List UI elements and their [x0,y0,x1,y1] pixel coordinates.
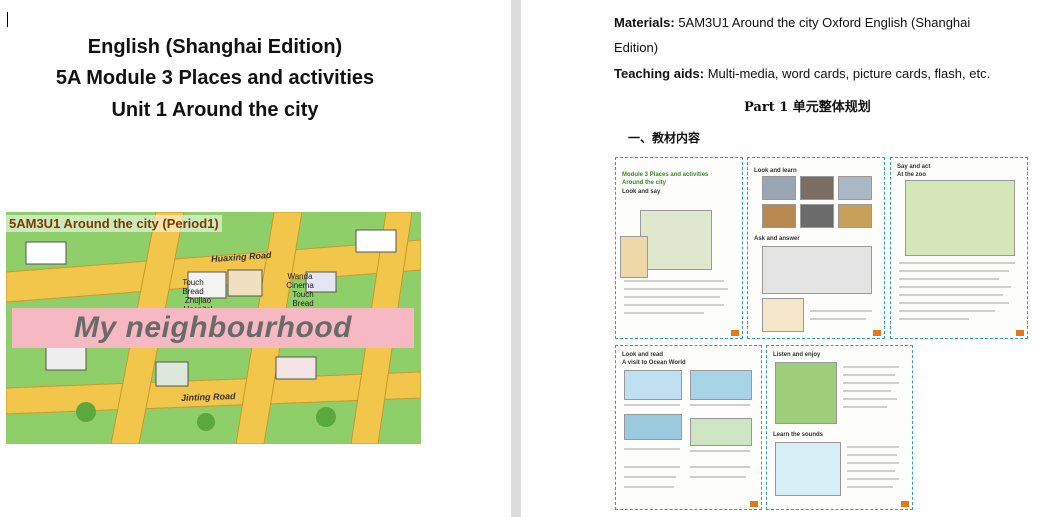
text-line [810,310,872,312]
text-line [899,318,969,320]
text-line [843,398,897,400]
materials-line-cont: Edition) [614,40,659,55]
left-page: English (Shanghai Edition) 5A Module 3 P… [0,0,511,517]
text-line [843,390,891,392]
street-map-illustration [762,246,872,294]
text-line [624,312,704,314]
text-line [899,302,1009,304]
text-line [899,286,1011,288]
text-line [847,470,895,472]
place-label-touch-bread-1: Touch Bread [182,278,204,296]
textbook-page-title: Look and read [622,352,664,358]
textbook-page-title: Module 3 Places and activities [622,172,709,178]
lesson-banner: 5AM3U1 Around the city (Period1) [6,215,222,232]
text-line [690,404,750,406]
text-line [690,476,746,478]
text-line [899,278,999,280]
photo-card [800,204,834,228]
textbook-page-3: Say and act At the zoo [890,157,1028,339]
text-line [899,294,1003,296]
text-line [624,448,680,450]
photo-card [800,176,834,200]
text-line [624,288,728,290]
textbook-page-2: Look and learn Ask and answer [747,157,885,339]
ocean-illustration [624,414,682,440]
materials-text: 5AM3U1 Around the city Oxford English (S… [678,15,971,30]
lesson-hero-text: My neighbourhood [12,308,414,348]
textbook-page-1: Module 3 Places and activities Around th… [615,157,743,339]
text-line [843,366,899,368]
document-title-line-2: 5A Module 3 Places and activities [55,67,375,89]
text-line [847,486,893,488]
part-heading: Part 1 单元整体规划 [744,100,871,115]
textbook-page-5: Listen and enjoy Learn the sounds [766,345,913,510]
place-label-touch-bread-2: Touch Bread [292,290,314,308]
photo-card [762,204,796,228]
photo-card [838,204,872,228]
photo-card [838,176,872,200]
page-number-tab [873,330,881,336]
textbook-page-4: Look and read A visit to Ocean World [615,345,762,510]
materials-line: Materials: 5AM3U1 Around the city Oxford… [614,15,970,30]
page-number-tab [731,330,739,336]
text-line [624,280,724,282]
teaching-aids-label: Teaching aids: [614,66,705,81]
text-line [624,466,680,468]
lesson-map-image: 5AM3U1 Around the city (Period1) Huaxing… [6,212,421,444]
street-label-jinting: Jinting Road [180,391,236,403]
zoo-map-illustration [905,180,1015,256]
ocean-illustration [690,418,752,446]
ocean-illustration [690,370,752,400]
page-number-tab [1016,330,1024,336]
textbook-illustration [640,210,712,270]
materials-label: Materials: [614,15,675,30]
page-gap [511,0,521,517]
teaching-aids-line: Teaching aids: Multi-media, word cards, … [614,66,990,81]
textbook-page-title: Look and learn [754,168,797,174]
document-title-line-1: English (Shanghai Edition) [87,36,343,58]
text-line [843,382,899,384]
text-line [690,466,750,468]
textbook-page-section: Look and say [622,189,661,195]
text-line [847,454,897,456]
text-line [899,270,1009,272]
phonics-table [775,442,841,496]
textbook-illustration [762,298,804,332]
document-title-line-3: Unit 1 Around the city [111,99,319,121]
text-line [624,486,674,488]
textbook-illustration [620,236,648,278]
textbook-page-section: At the zoo [897,172,926,178]
text-line [624,476,676,478]
textbook-page-section: Ask and answer [754,236,800,242]
textbook-page-section: A visit to Ocean World [622,360,686,366]
text-line [843,406,887,408]
text-line [624,296,720,298]
textbook-page-title: Say and act [897,164,931,170]
place-label-wanda-cinema: Wanda Cinema [286,272,314,290]
text-line [847,478,899,480]
text-line [899,310,995,312]
textbook-page-title: Listen and enjoy [773,352,821,358]
right-page: Materials: 5AM3U1 Around the city Oxford… [521,0,1044,517]
text-line [843,374,895,376]
text-line [847,462,899,464]
zoo-illustration [775,362,837,424]
teaching-aids-text: Multi-media, word cards, picture cards, … [707,66,991,81]
text-line [690,450,750,452]
text-line [899,262,1015,264]
text-line [847,446,899,448]
section-heading: 一、教材内容 [628,131,701,145]
textbook-page-subtitle: Around the city [622,180,667,186]
photo-card [762,176,796,200]
text-cursor [7,12,8,27]
text-line [624,304,724,306]
text-line [624,404,680,406]
page-number-tab [901,501,909,507]
textbook-page-section: Learn the sounds [773,432,824,438]
ocean-illustration [624,370,682,400]
page-number-tab [750,501,758,507]
text-line [810,318,866,320]
